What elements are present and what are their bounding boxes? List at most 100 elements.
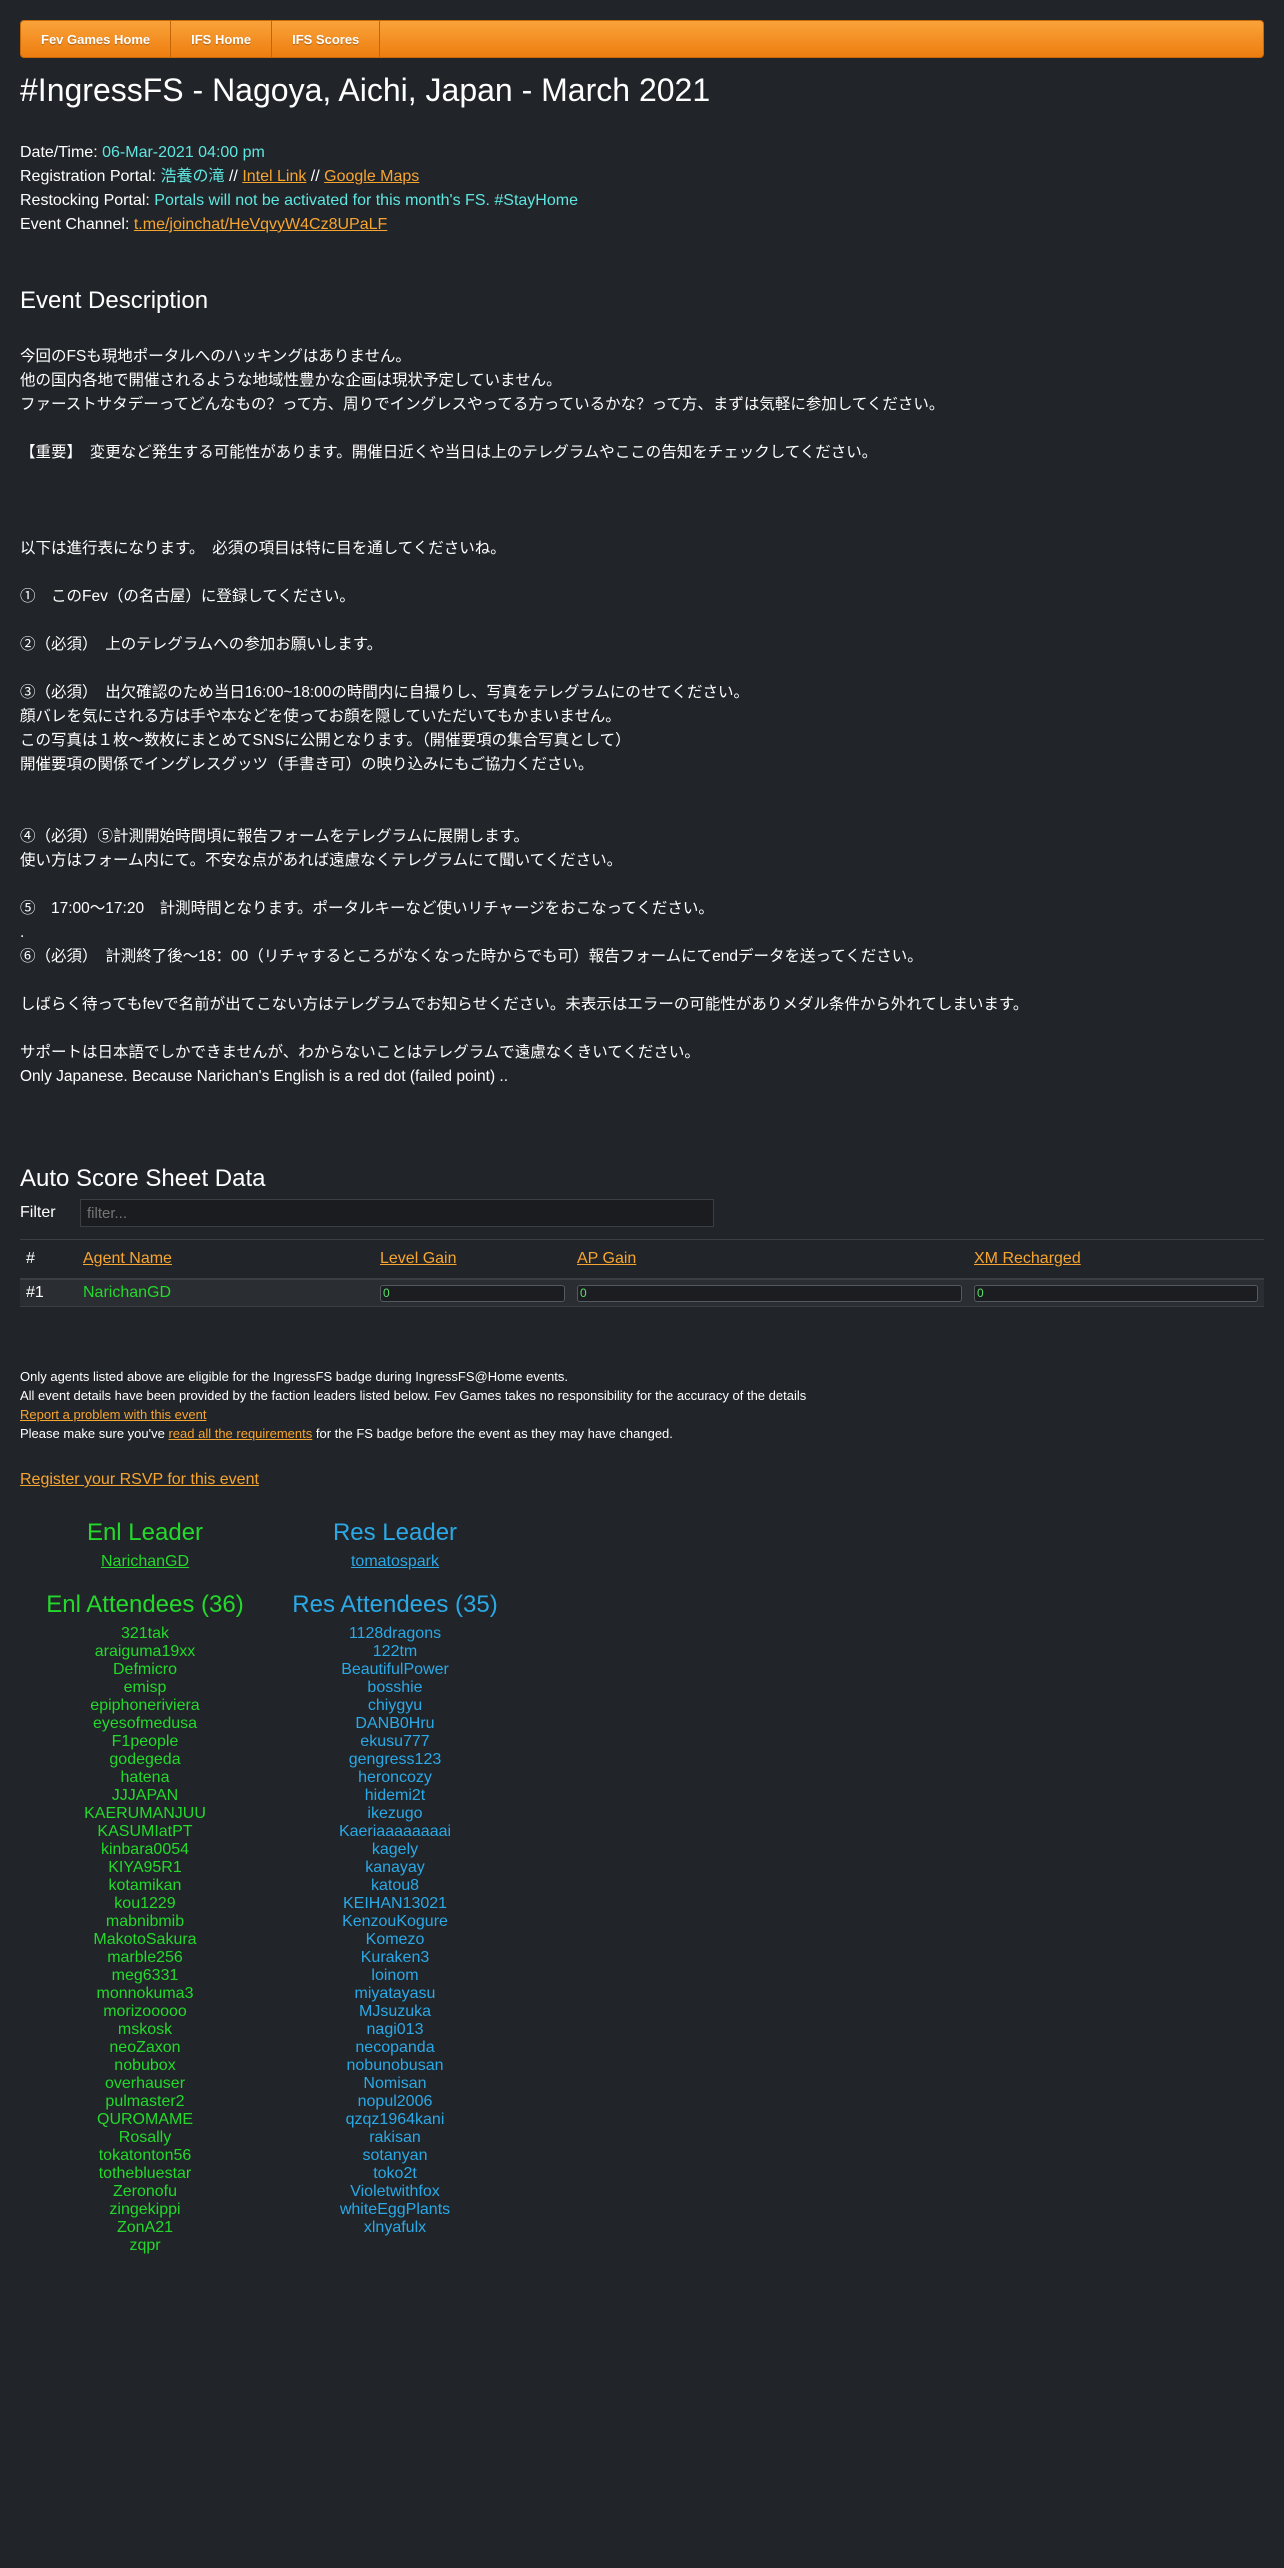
description-line: 開催要項の関係でイングレスグッツ（手書き可）の映り込みにもご協力ください。 — [20, 756, 594, 773]
score-table: # Agent Name Level Gain AP Gain XM Recha… — [20, 1239, 1264, 1307]
sort-xm-recharged[interactable]: XM Recharged — [974, 1250, 1081, 1267]
enl-attendee: morizooooo — [103, 2003, 187, 2020]
enl-attendee: monnokuma3 — [96, 1985, 194, 2002]
description-line — [20, 561, 1264, 585]
description-line — [20, 801, 1264, 825]
event-notes: Only agents listed above are eligible fo… — [20, 1367, 1264, 1443]
filter-input[interactable] — [80, 1199, 714, 1227]
description-line — [20, 465, 1264, 489]
enl-attendee: kinbara0054 — [100, 1841, 190, 1858]
google-maps-link[interactable]: Google Maps — [324, 168, 419, 185]
event-info: Date/Time: 06-Mar-2021 04:00 pm Registra… — [20, 141, 1264, 237]
enl-attendee: Zeronofu — [112, 2183, 178, 2200]
enl-attendee: mskosk — [117, 2021, 173, 2038]
enl-attendee: 321tak — [120, 1625, 170, 1642]
sort-ap-gain[interactable]: AP Gain — [577, 1250, 636, 1267]
nav-fev-games-home[interactable]: Fev Games Home — [21, 21, 172, 57]
enl-attendee: overhauser — [104, 2075, 186, 2092]
nav-ifs-scores[interactable]: IFS Scores — [272, 21, 381, 57]
enl-leader-link[interactable]: NarichanGD — [20, 1553, 270, 1571]
report-problem-link[interactable]: Report a problem with this event — [20, 1407, 206, 1422]
res-column: Res Leader tomatospark Res Attendees (35… — [270, 1519, 520, 2255]
description-line: この写真は１枚～数枚にまとめてSNSに公開となります。（開催要項の集合写真として… — [20, 732, 631, 749]
description-line: ① このFev（の名古屋）に登録してください。 — [20, 588, 355, 605]
res-attendee: Kuraken3 — [360, 1949, 430, 1966]
datetime-label: Date/Time: — [20, 144, 98, 161]
enl-attendee: marble256 — [107, 1949, 183, 1966]
enl-attendee: hatena — [120, 1769, 170, 1786]
nav-ifs-home[interactable]: IFS Home — [171, 21, 273, 57]
datetime-row: Date/Time: 06-Mar-2021 04:00 pm — [20, 141, 1264, 165]
event-channel-link[interactable]: t.me/joinchat/HeVqvyW4Cz8UPaLF — [134, 216, 387, 233]
res-attendee: heroncozy — [358, 1769, 432, 1786]
res-attendee: necopanda — [355, 2039, 435, 2056]
res-leader-link[interactable]: tomatospark — [270, 1553, 520, 1571]
separator: // — [306, 168, 325, 185]
description-line: ⑥（必須） 計測終了後～18：00（リチャするところがなくなった時からでも可）報… — [20, 948, 923, 965]
res-attendee: Komezo — [365, 1931, 425, 1948]
enl-attendee: KASUMIatPT — [97, 1823, 193, 1840]
datetime-value: 06-Mar-2021 04:00 pm — [102, 144, 265, 161]
enl-attendee: eyesofmedusa — [92, 1715, 198, 1732]
restocking-row: Restocking Portal: Portals will not be a… — [20, 189, 1264, 213]
res-attendee: KEIHAN13021 — [342, 1895, 448, 1912]
description-line: ②（必須） 上のテレグラムへの参加お願いします。 — [20, 636, 383, 653]
restocking-value: Portals will not be activated for this m… — [154, 192, 578, 209]
res-attendee: Kaeriaaaaaaaai — [338, 1823, 452, 1840]
description-line — [20, 777, 1264, 801]
separator: // — [224, 168, 243, 185]
res-attendee: qzqz1964kani — [345, 2111, 445, 2128]
res-attendee: Nomisan — [363, 2075, 427, 2092]
description-line: Only Japanese. Because Narichan's Englis… — [20, 1068, 509, 1085]
registration-label: Registration Portal: — [20, 168, 157, 185]
score-table-header: # Agent Name Level Gain AP Gain XM Recha… — [20, 1239, 1264, 1280]
description-line: ④（必須）⑤計測開始時間頃に報告フォームをテレグラムに展開します。 — [20, 828, 530, 845]
enl-column: Enl Leader NarichanGD Enl Attendees (36)… — [20, 1519, 270, 2255]
enl-attendee: kotamikan — [108, 1877, 182, 1894]
description-line: . — [20, 924, 25, 941]
res-attendee: katou8 — [370, 1877, 420, 1894]
enl-attendees-heading: Enl Attendees (36) — [46, 1591, 244, 1618]
disclaimer-note: All event details have been provided by … — [20, 1388, 807, 1403]
res-attendee: 1128dragons — [348, 1625, 442, 1642]
description-line: しばらく待ってもfevで名前が出てこない方はテレグラムでお知らせください。未表示… — [20, 996, 1029, 1013]
enl-attendee: tothebluestar — [98, 2165, 192, 2182]
description-line: 以下は進行表になります。 必須の項目は特に目を通してくださいね。 — [20, 540, 506, 557]
sort-agent-name[interactable]: Agent Name — [83, 1250, 172, 1267]
ap-gain-bar: 0 — [577, 1284, 962, 1302]
description-line — [20, 417, 1264, 441]
enl-attendee: zingekippi — [109, 2201, 181, 2218]
res-attendee: gengress123 — [348, 1751, 442, 1768]
res-attendee: nobunobusan — [346, 2057, 444, 2074]
description-line: 他の国内各地で開催されるような地域性豊かな企画は現状予定していません。 — [20, 372, 562, 389]
description-line: 顔バレを気にされる方は手や本などを使ってお顔を隠していただいてもかまいません。 — [20, 708, 621, 725]
res-attendee: 122tm — [372, 1643, 418, 1660]
res-attendee: nagi013 — [366, 2021, 424, 2038]
col-rank: # — [20, 1239, 77, 1280]
registration-row: Registration Portal: 浩養の滝 // Intel Link … — [20, 165, 1264, 189]
restocking-label: Restocking Portal: — [20, 192, 150, 209]
rsvp-link[interactable]: Register your RSVP for this event — [20, 1471, 259, 1488]
description-line — [20, 969, 1264, 993]
intel-link[interactable]: Intel Link — [242, 168, 306, 185]
eligibility-note: Only agents listed above are eligible fo… — [20, 1369, 568, 1384]
enl-attendee: emisp — [123, 1679, 167, 1696]
description-line: 【重要】 変更など発生する可能性があります。開催日近くや当日は上のテレグラムやこ… — [20, 444, 878, 461]
res-attendee: sotanyan — [362, 2147, 428, 2164]
requirements-note: Please make sure you've read all the req… — [20, 1426, 673, 1441]
table-row: #1 NarichanGD 0 0 0 — [20, 1279, 1264, 1307]
enl-attendee: zqpr — [129, 2237, 161, 2254]
row-rank: #1 — [20, 1279, 77, 1307]
res-attendee: rakisan — [369, 2129, 421, 2146]
requirements-link[interactable]: read all the requirements — [168, 1426, 312, 1441]
res-attendee: toko2t — [373, 2165, 417, 2182]
description-line: ⑤ 17:00～17:20 計測時間となります。ポータルキーなど使いリチャージを… — [20, 900, 714, 917]
enl-attendee: meg6331 — [111, 1967, 179, 1984]
enl-attendees-list: 321tak araiguma19xx Defmicro emisp epiphoner… — [20, 1625, 270, 2255]
res-attendee: loinom — [371, 1967, 419, 1984]
sort-level-gain[interactable]: Level Gain — [380, 1250, 457, 1267]
res-attendee: hidemi2t — [364, 1787, 426, 1804]
factions: Enl Leader NarichanGD Enl Attendees (36)… — [20, 1519, 1264, 2255]
res-attendee: miyatayasu — [354, 1985, 436, 2002]
res-attendees-heading: Res Attendees (35) — [292, 1591, 498, 1618]
